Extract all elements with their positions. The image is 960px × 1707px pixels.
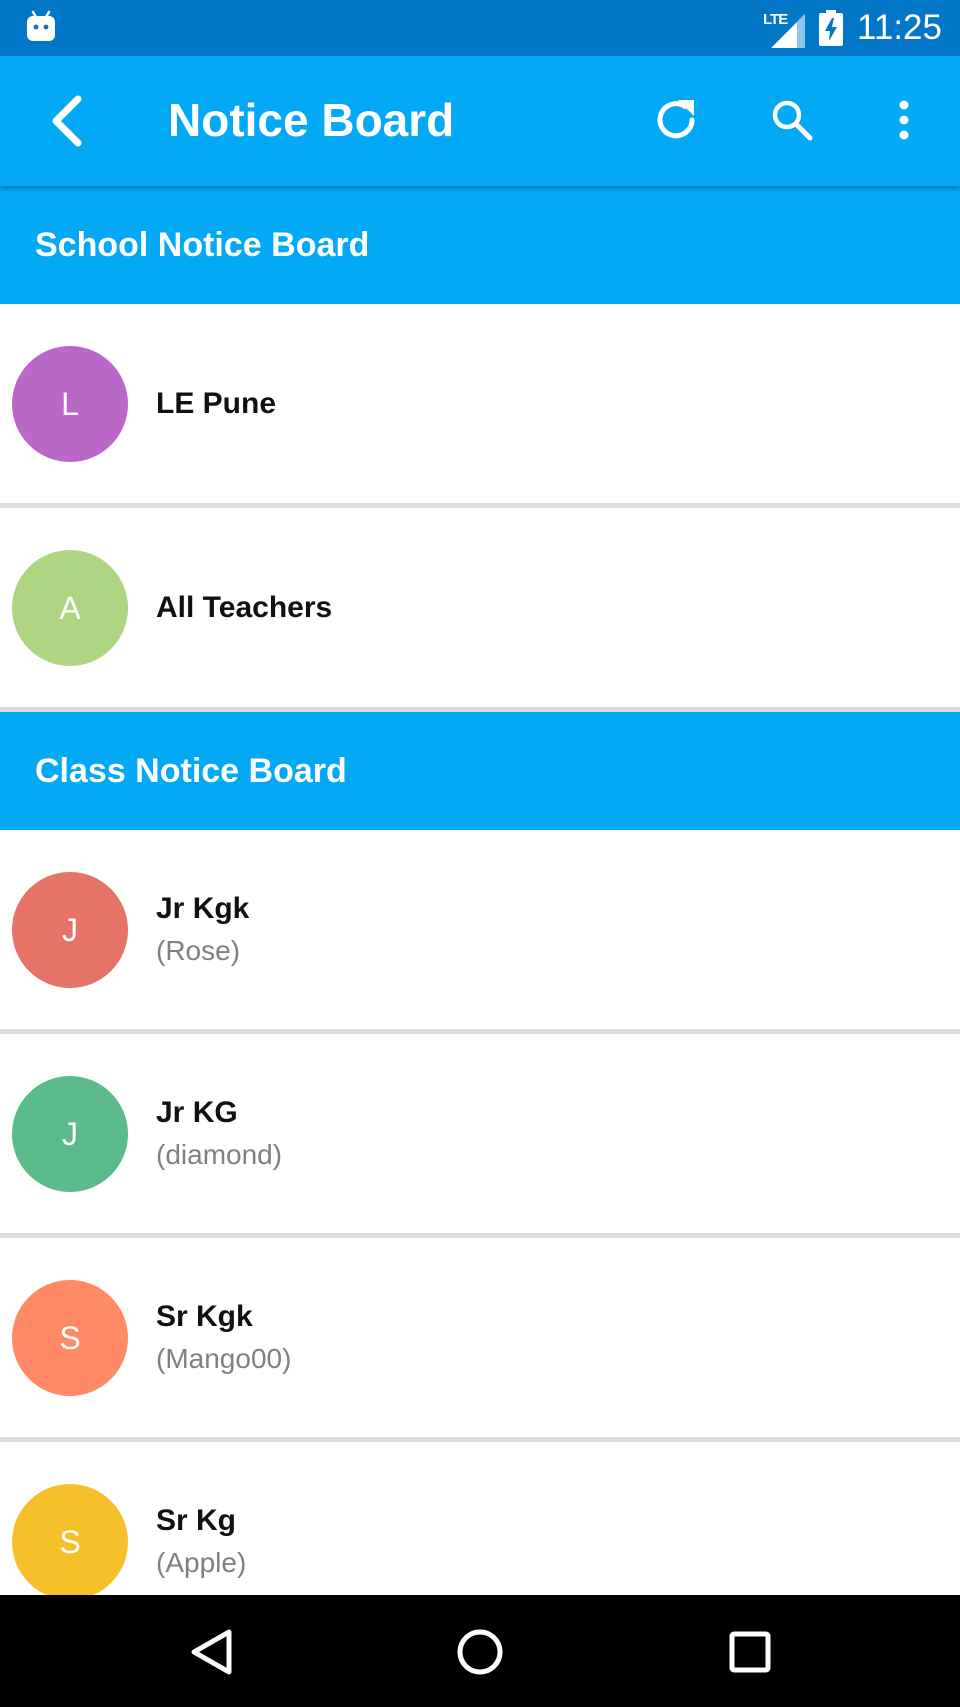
- item-name: All Teachers: [156, 590, 333, 624]
- avatar: S: [12, 1280, 128, 1396]
- item-subtitle: (Mango00): [156, 1342, 292, 1374]
- item-subtitle: (diamond): [156, 1138, 283, 1170]
- nav-home-button[interactable]: [445, 1617, 515, 1687]
- section-header-class: Class Notice Board: [0, 712, 960, 830]
- item-name: Jr Kgk: [156, 891, 250, 925]
- item-name: Sr Kg: [156, 1503, 237, 1537]
- page-title: Notice Board: [168, 94, 455, 146]
- item-subtitle: (Rose): [156, 934, 241, 966]
- more-vert-icon: [899, 100, 909, 140]
- avatar: L: [12, 346, 128, 462]
- search-button[interactable]: [762, 90, 822, 150]
- android-notification-icon: [27, 10, 55, 41]
- list-item[interactable]: S Sr Kgk (Mango00): [0, 1238, 960, 1442]
- list-item[interactable]: S Sr Kg (Apple): [0, 1442, 960, 1595]
- item-name: Sr Kgk: [156, 1299, 253, 1333]
- avatar: S: [12, 1484, 128, 1595]
- refresh-button[interactable]: [646, 90, 706, 150]
- nav-recents-icon: [729, 1631, 771, 1673]
- list-item[interactable]: A All Teachers: [0, 508, 960, 712]
- refresh-icon: [657, 100, 695, 139]
- section-header-school: School Notice Board: [0, 186, 960, 304]
- nav-back-button[interactable]: [176, 1617, 246, 1687]
- list-item[interactable]: L LE Pune: [0, 304, 960, 508]
- item-name: LE Pune: [156, 386, 277, 420]
- list-item[interactable]: J Jr KG (diamond): [0, 1034, 960, 1238]
- system-navigation-bar: [0, 1595, 960, 1707]
- item-subtitle: (Apple): [156, 1546, 247, 1578]
- avatar: J: [12, 872, 128, 988]
- search-icon: [772, 100, 813, 141]
- signal-icon: LTE: [763, 8, 805, 48]
- item-name: Jr KG: [156, 1095, 238, 1129]
- back-button[interactable]: [36, 86, 96, 156]
- avatar: J: [12, 1076, 128, 1192]
- notice-board-list[interactable]: School Notice Board L LE Pune A All Teac…: [0, 186, 960, 1595]
- battery-charging-icon: [819, 10, 843, 46]
- avatar: A: [12, 550, 128, 666]
- status-bar: LTE 11:25: [0, 0, 960, 56]
- nav-recents-button[interactable]: [715, 1617, 785, 1687]
- nav-home-icon: [457, 1629, 503, 1675]
- app-bar: Notice Board: [0, 56, 960, 186]
- nav-back-icon: [191, 1629, 232, 1675]
- back-arrow-icon: [52, 95, 82, 147]
- list-item[interactable]: J Jr Kgk (Rose): [0, 830, 960, 1034]
- overflow-menu-button[interactable]: [874, 90, 934, 150]
- clock: 11:25: [857, 8, 942, 47]
